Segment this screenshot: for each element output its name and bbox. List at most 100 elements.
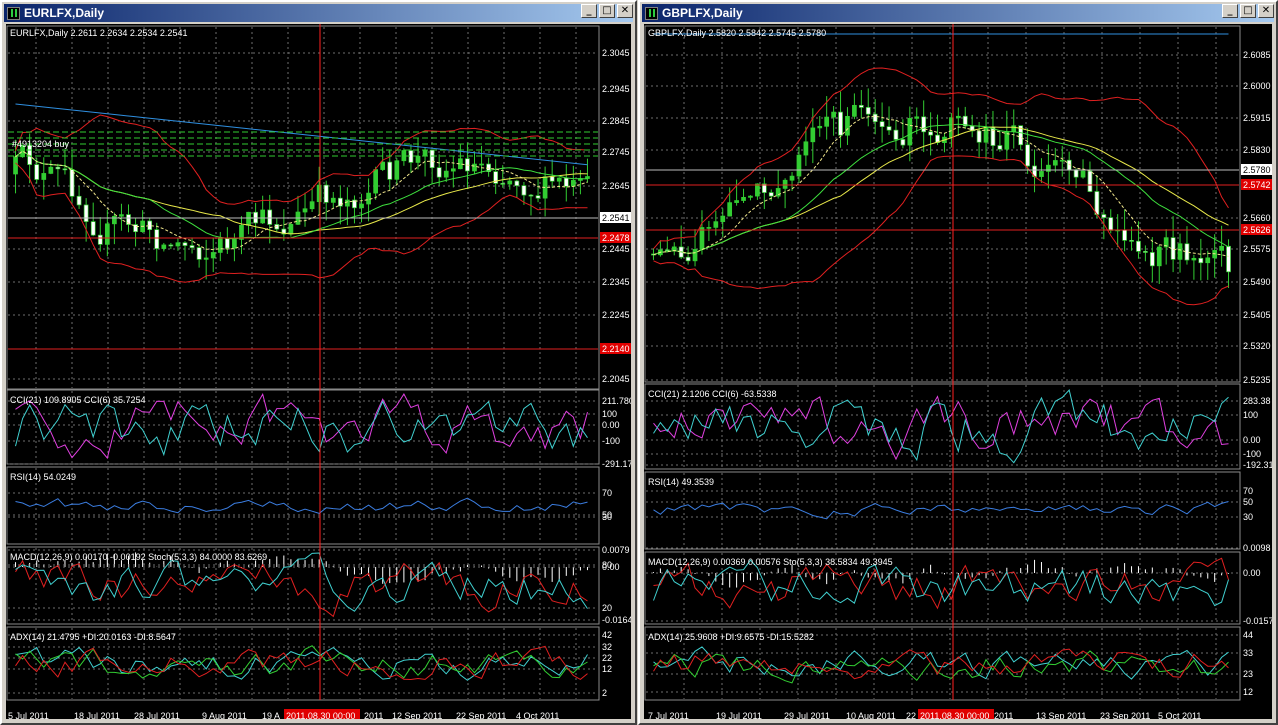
candle-body xyxy=(337,197,343,207)
price-level-label: 2.2478 xyxy=(602,233,630,243)
candle-body xyxy=(507,180,513,185)
current-price-label: 2.2541 xyxy=(602,213,630,223)
candle-body xyxy=(824,116,830,127)
price-tick-label: 2.3045 xyxy=(602,48,630,58)
bollinger-upper-line xyxy=(15,114,588,205)
price-tick-label: 2.2845 xyxy=(602,116,630,126)
price-tick-label: 2.5830 xyxy=(1243,145,1271,155)
candle-body xyxy=(734,200,739,203)
indicator-tick-label: 12 xyxy=(602,664,612,674)
indicator-tick-label: 100 xyxy=(602,409,617,419)
candle-body xyxy=(309,201,315,210)
candle-body xyxy=(528,194,534,197)
title-bar[interactable]: EURLFX,Daily xyxy=(4,4,633,22)
price-tick-label: 2.5915 xyxy=(1243,113,1271,123)
candle-body xyxy=(472,163,477,172)
window-title: EURLFX,Daily xyxy=(24,6,105,20)
candle-body xyxy=(175,242,181,247)
maximize-button[interactable]: □ xyxy=(1240,4,1256,18)
candle-body xyxy=(168,244,174,247)
indicator-tick-label: 211.7801 xyxy=(602,396,631,406)
indicator-tick-label: -291.174 xyxy=(602,459,631,469)
candle-body xyxy=(443,170,449,178)
candle-body xyxy=(34,164,40,180)
candle-body xyxy=(664,249,670,252)
candle-body xyxy=(203,257,209,260)
eurlfx-chart-window[interactable]: EURLFX,Daily _ □ ✕ 2.3045 2.2945 2.2845 2.2… xyxy=(0,0,637,725)
chart-area[interactable]: 2.3045 2.2945 2.2845 2.2745 2.2645 2.2445 2.23… xyxy=(6,24,631,719)
date-tick-label: 19 A xyxy=(262,711,280,719)
candle-body xyxy=(41,173,47,180)
indicator-tick-label: 44 xyxy=(1243,630,1253,640)
candle-body xyxy=(886,126,892,131)
indicator-tick-label: 22 xyxy=(602,653,612,663)
candle-body xyxy=(928,131,933,136)
adx-header: ADX(14) 21.4795 +DI:20.0163 -DI:8.5647 xyxy=(10,632,176,642)
candle-body xyxy=(330,197,336,203)
candle-body xyxy=(692,249,698,262)
candle-body xyxy=(865,107,871,115)
indicator-line xyxy=(15,400,588,457)
indicator-tick-label: 0.00 xyxy=(602,562,620,572)
candle-body xyxy=(768,192,774,197)
minimize-button[interactable]: _ xyxy=(1222,4,1238,18)
adx-header: ADX(14) 25.9608 +DI:9.6575 -DI:15.5282 xyxy=(648,632,814,642)
candle-body xyxy=(90,221,96,236)
candle-body xyxy=(1143,251,1148,253)
pane-border xyxy=(644,25,1241,383)
ma-yellow-line xyxy=(653,126,1229,256)
indicator-tick-label: 0.0079 xyxy=(602,545,630,555)
chart-header: GBPLFX,Daily 2.5820 2.5842 2.5745 2.5780 xyxy=(648,28,826,38)
candle-body xyxy=(323,184,329,203)
candle-body xyxy=(803,141,809,156)
candle-body xyxy=(907,118,913,146)
candle-body xyxy=(900,139,906,146)
chart-header: EURLFX,Daily 2.2611 2.2634 2.2534 2.2541 xyxy=(10,28,187,38)
date-tick-label: 5 Jul 2011 xyxy=(8,711,49,719)
candle-body xyxy=(246,211,251,226)
candle-body xyxy=(976,130,982,143)
minimize-button[interactable]: _ xyxy=(581,4,597,18)
candle-body xyxy=(1191,257,1197,261)
candle-body xyxy=(1059,159,1065,162)
close-button[interactable]: ✕ xyxy=(1258,4,1274,18)
title-bar[interactable]: GBPLFX,Daily xyxy=(642,4,1274,22)
candle-body xyxy=(154,229,160,249)
date-tick-label: 22 xyxy=(906,711,916,719)
candle-body xyxy=(415,155,421,163)
price-tick-label: 2.5320 xyxy=(1243,341,1271,351)
cci-header: CCI(21) 109.8905 CCI(6) 35.7254 xyxy=(10,395,146,405)
gbplfx-chart-canvas[interactable]: 2.6085 2.6000 2.5915 2.5830 2.5660 2.5575 2.54… xyxy=(644,24,1272,719)
candle-body xyxy=(852,104,857,117)
order-label: #4913204 buy xyxy=(12,139,70,149)
indicator-tick-label: 0.0098 xyxy=(1243,543,1271,553)
candle-body xyxy=(1129,240,1134,242)
candle-body xyxy=(83,204,89,222)
price-level-label: 2.2140 xyxy=(602,344,630,354)
candle-body xyxy=(1025,144,1030,167)
candle-body xyxy=(563,177,569,187)
price-tick-label: 2.2745 xyxy=(602,147,630,157)
gbplfx-chart-window[interactable]: GBPLFX,Daily _ □ ✕ 2.6085 2.6000 2.5915 2.5… xyxy=(638,0,1278,725)
indicator-tick-label: 50 xyxy=(1243,497,1253,507)
candle-body xyxy=(1219,245,1224,251)
candle-body xyxy=(570,180,576,187)
cci-header: CCI(21) 2.1206 CCI(6) -63.5338 xyxy=(648,389,777,399)
candle-body xyxy=(838,111,843,136)
macd-header: MACD(12,26,9) 0.00369 0.00576 Sto(5,3,3)… xyxy=(648,557,893,567)
price-tick-label: 2.2445 xyxy=(602,244,630,254)
candle-body xyxy=(373,169,378,194)
candle-body xyxy=(1170,237,1176,260)
candle-body xyxy=(983,126,989,143)
pane-border xyxy=(6,466,600,545)
candle-body xyxy=(1177,243,1183,260)
chart-area[interactable]: 2.6085 2.6000 2.5915 2.5830 2.5660 2.5575 2.54… xyxy=(644,24,1272,719)
candle-body xyxy=(345,199,350,207)
candle-body xyxy=(706,227,712,229)
maximize-button[interactable]: □ xyxy=(599,4,615,18)
ma-green-line xyxy=(653,123,1229,256)
eurlfx-chart-canvas[interactable]: 2.3045 2.2945 2.2845 2.2745 2.2645 2.2445 2.23… xyxy=(6,24,631,719)
candle-body xyxy=(1101,214,1107,218)
candle-body xyxy=(549,176,555,182)
close-button[interactable]: ✕ xyxy=(617,4,633,18)
